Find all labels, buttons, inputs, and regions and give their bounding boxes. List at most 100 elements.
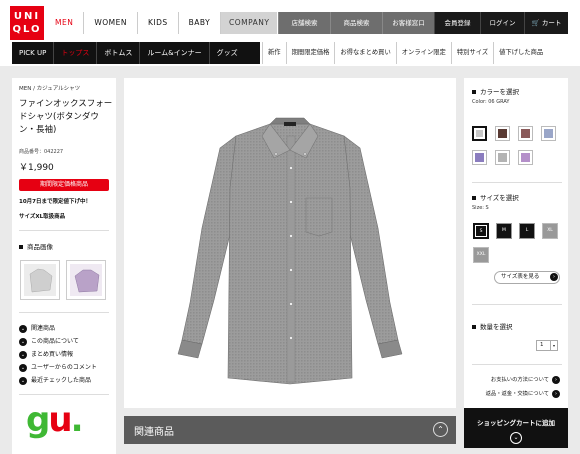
link-recent[interactable]: ⌄ 最近チェックした商品 [19,374,97,387]
size-option-xl[interactable]: XL [542,223,558,239]
utility-nav: 店舗検索 商品検索 お客様窓口 会員登録 ログイン 🛒 カート [278,12,568,34]
nav-men[interactable]: MEN [45,12,85,34]
qty-heading: 数量を選択 [472,321,513,331]
bullet-square-icon [472,90,476,94]
product-search-link[interactable]: 商品検索 [330,12,382,34]
nav-women[interactable]: WOMEN [84,12,138,34]
link-about[interactable]: ⌄ この商品について [19,335,97,348]
support-link[interactable]: お客様窓口 [382,12,434,34]
chevron-down-icon: ⌄ [19,376,27,385]
bullet-square-icon [19,245,23,249]
feature-new[interactable]: 新作 [262,42,286,64]
nav-kids[interactable]: KIDS [138,12,179,34]
color-swatch-light-gray[interactable] [495,150,510,165]
color-swatch-purple[interactable] [472,150,487,165]
chevron-down-icon: ⌄ [19,363,27,372]
feature-limited-price[interactable]: 期間限定価格 [285,42,335,64]
product-title: ファインオックスフォードシャツ(ボタンダウン・長袖) [19,99,113,135]
chevron-right-icon: › [550,273,558,281]
thumbnail-purple[interactable] [66,260,106,300]
bullet-square-icon [472,196,476,200]
subnav-bottoms[interactable]: ボトムス [97,42,141,64]
sale-date-note: 10月7日まで限定値下げ中！ [19,199,91,205]
add-to-cart-label: ショッピングカートに追加 [477,419,555,427]
subcategory-nav: PICK UP トップス ボトムス ルーム&インナー グッズ [12,42,260,64]
nav-company[interactable]: COMPANY [221,12,278,34]
size-chart-label: サイズ表を見る [501,274,540,280]
chevron-down-icon: ⌄ [19,350,27,359]
color-swatch-blue[interactable] [541,126,556,141]
link-bundle[interactable]: ⌄ まとめ買い情報 [19,348,97,361]
size-note: サイズXL取扱商品 [19,214,66,220]
color-swatch-brown[interactable] [495,126,510,141]
store-search-link[interactable]: 店舗検索 [278,12,330,34]
chevron-down-icon: ⌄ [19,337,27,346]
logo-line-2: QLO [12,24,42,35]
images-heading: 商品画像 [19,241,53,251]
feature-special-size[interactable]: 特別サイズ [450,42,493,64]
product-links: ⌄ 関連商品 ⌄ この商品について ⌄ まとめ買い情報 ⌄ ユーザーからのコメント ⌄ 最… [19,322,97,387]
cart-icon: 🛒 [531,19,540,27]
divider [19,394,109,395]
returns-info-link[interactable]: 返品・返金・交換について › [486,389,560,398]
bullet-square-icon [472,325,476,329]
quantity-select[interactable]: 1 ▾ [536,340,558,351]
feature-nav: 新作 期間限定価格 お得なまとめ買い オンライン限定 特別サイズ 値下げした商品 [262,42,548,64]
link-comments[interactable]: ⌄ ユーザーからのコメント [19,361,97,374]
divider [472,304,562,305]
divider [472,182,562,183]
chevron-down-icon: ⌄ [510,432,522,444]
size-heading: サイズを選択 [472,192,519,202]
product-price: ￥1,990 [19,163,54,173]
color-label: Color: 06 GRAY [472,99,510,105]
nav-baby[interactable]: BABY [179,12,222,34]
divider [19,312,109,313]
cart-link[interactable]: 🛒 カート [524,12,568,34]
related-products-bar[interactable]: 関連商品 ⌃ [124,416,456,444]
product-info-panel: MEN / カジュアルシャツ ファインオックスフォードシャツ(ボタンダウン・長袖… [12,78,116,454]
thumbnail-gray[interactable] [20,260,60,300]
register-link[interactable]: 会員登録 [434,12,480,34]
category-nav: MEN WOMEN KIDS BABY COMPANY [45,12,278,34]
add-to-cart-button[interactable]: ショッピングカートに追加 ⌄ [464,408,568,448]
purchase-panel: カラーを選択 Color: 06 GRAY サイズを選択 Size: S S M… [464,78,568,412]
limited-price-badge[interactable]: 期間限定価格商品 [19,179,109,191]
product-image-panel [124,78,456,408]
logo-line-1: UNI [13,11,41,22]
cart-label: カート [541,19,562,27]
chevron-right-icon: › [552,375,560,384]
quantity-value: 1 [540,342,544,348]
divider [472,364,562,365]
feature-bundle[interactable]: お得なまとめ買い [334,42,395,64]
breadcrumb[interactable]: MEN / カジュアルシャツ [19,84,80,92]
shirt-thumbnail-gray-icon [24,264,56,296]
color-swatch-wine[interactable] [518,126,533,141]
shirt-thumbnail-purple-icon [70,264,102,296]
size-option-m[interactable]: M [496,223,512,239]
chevron-down-icon: ⌄ [19,324,27,333]
size-chart-button[interactable]: サイズ表を見る › [494,271,560,284]
color-swatch-gray[interactable] [472,126,487,141]
gu-logo[interactable]: gu. [26,400,84,440]
uniqlo-logo[interactable]: UNI QLO [10,6,44,40]
size-option-xxl[interactable]: XXL [473,247,489,263]
payment-info-link[interactable]: お支払いの方法について › [491,375,560,384]
subnav-room-inner[interactable]: ルーム&インナー [140,42,210,64]
size-option-l[interactable]: L [519,223,535,239]
product-number: 商品番号：042227 [19,149,64,155]
color-heading: カラーを選択 [472,86,519,96]
chevron-up-icon[interactable]: ⌃ [433,422,448,437]
divider [19,230,109,231]
feature-online-only[interactable]: オンライン限定 [395,42,451,64]
color-swatch-lavender[interactable] [518,150,533,165]
link-related[interactable]: ⌄ 関連商品 [19,322,97,335]
feature-price-down[interactable]: 値下げした商品 [493,42,548,64]
site-header: UNI QLO MEN WOMEN KIDS BABY COMPANY 店舗検索… [0,0,580,66]
login-link[interactable]: ログイン [480,12,524,34]
shirt-image[interactable] [124,78,456,408]
subnav-pickup[interactable]: PICK UP [12,42,55,64]
size-option-s[interactable]: S [473,223,489,239]
subnav-goods[interactable]: グッズ [210,42,245,64]
chevron-right-icon: › [552,389,560,398]
subnav-tops[interactable]: トップス [54,42,98,64]
